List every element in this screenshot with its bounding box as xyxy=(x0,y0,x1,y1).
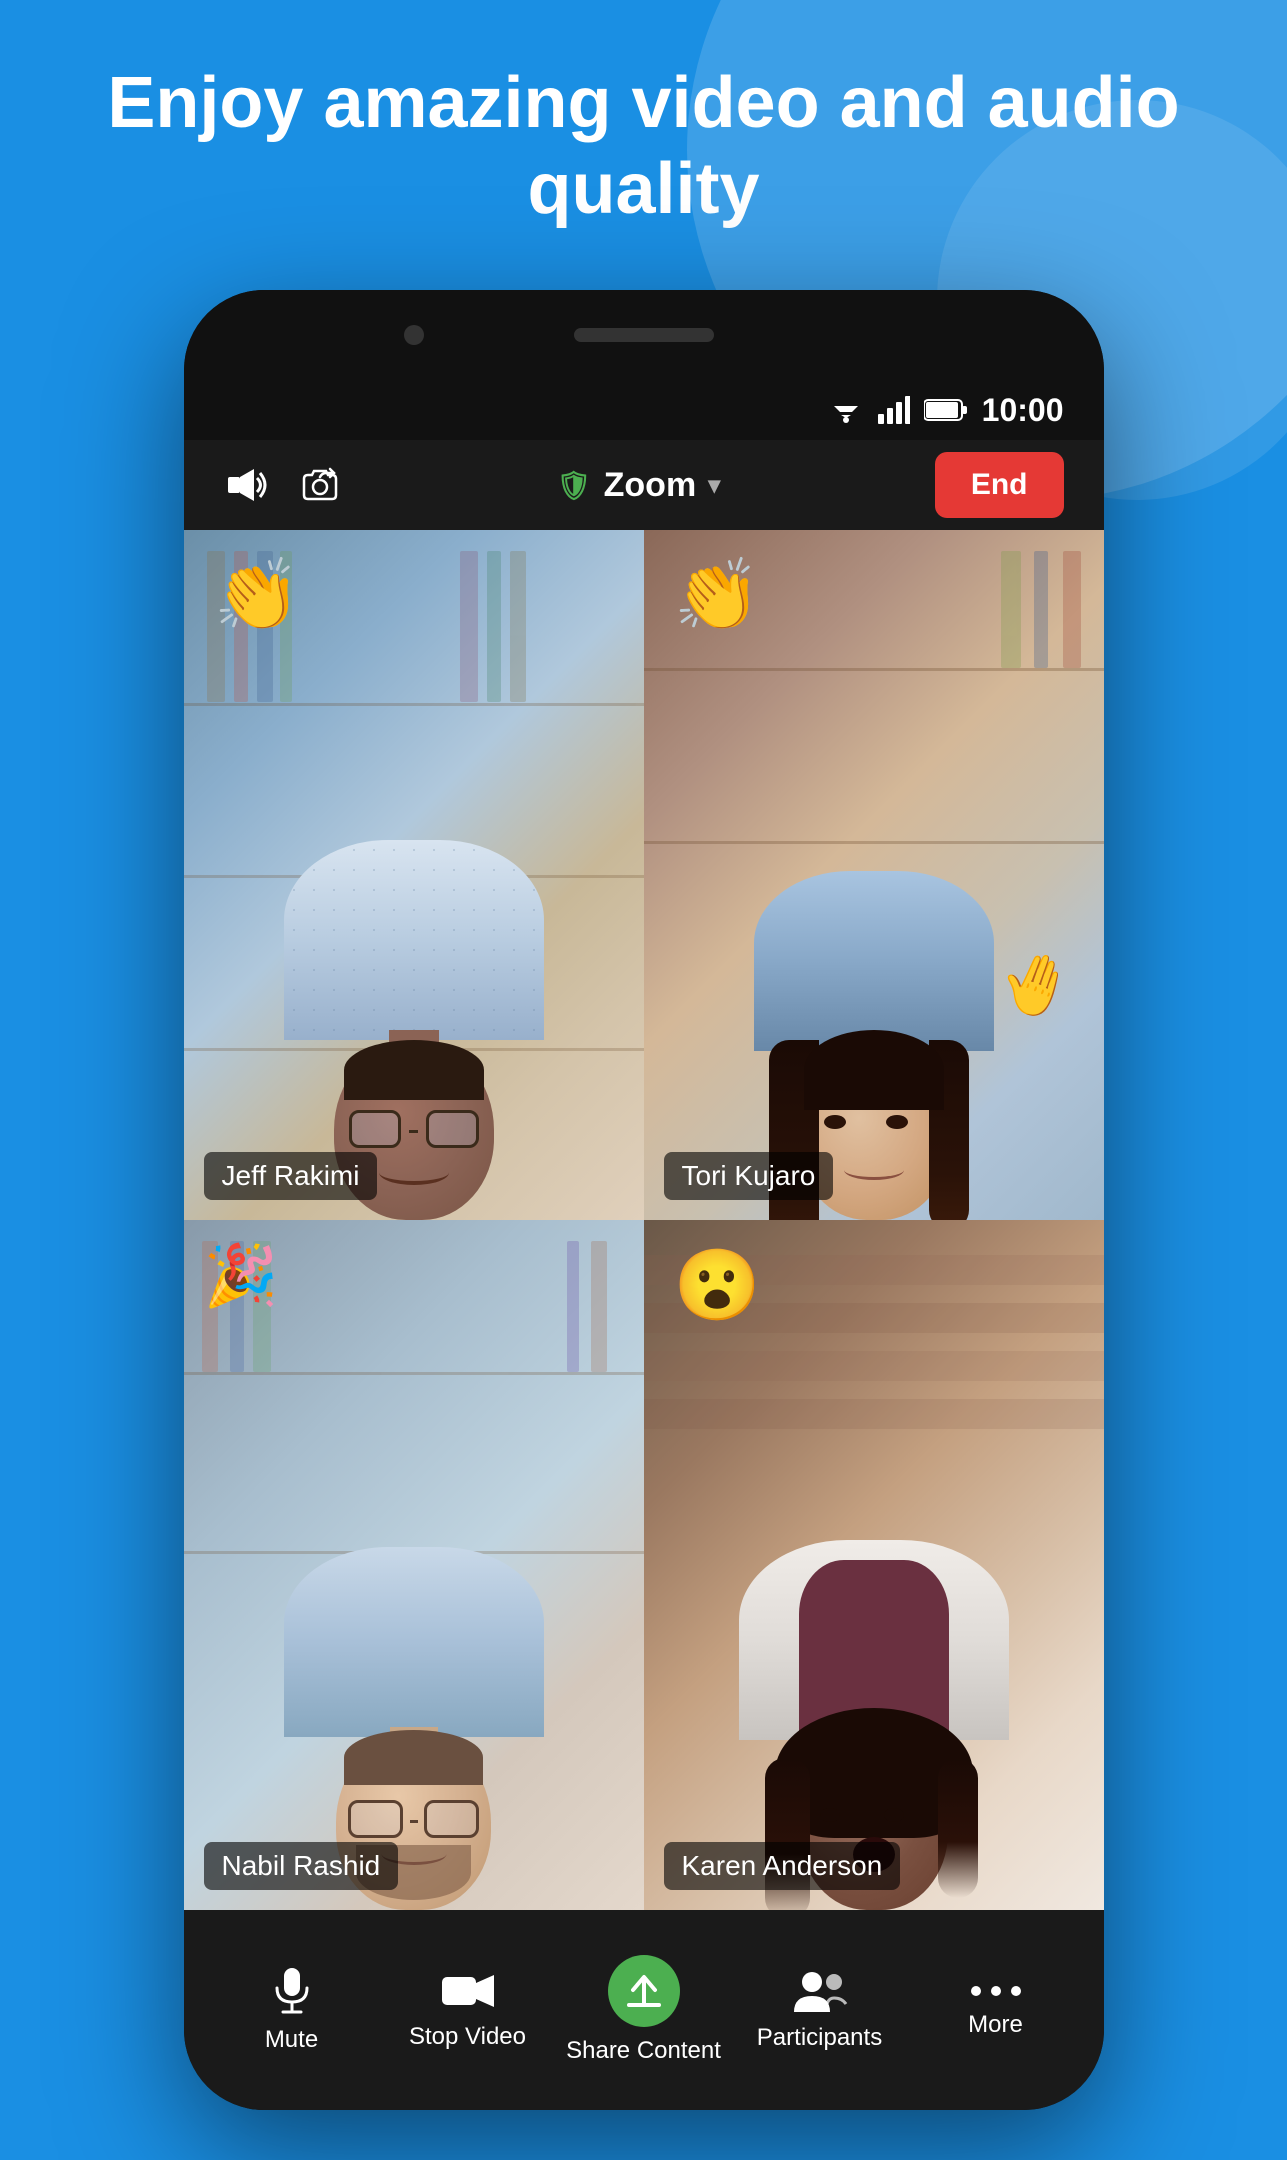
nav-item-more[interactable]: More xyxy=(908,1981,1084,2040)
phone-mockup: 10:00 🛡 Zoom ▾ End xyxy=(184,290,1104,2110)
shield-icon: 🛡 xyxy=(556,469,592,502)
karen-emoji: 😮 xyxy=(674,1250,761,1320)
stop-video-icon xyxy=(440,1969,496,2013)
phone-speaker xyxy=(574,328,714,342)
phone-top-bar xyxy=(184,290,1104,380)
nabil-party-emoji: 🎉 xyxy=(204,1240,279,1311)
tori-name-label: Tori Kujaro xyxy=(664,1152,834,1200)
jeff-name-label: Jeff Rakimi xyxy=(204,1152,378,1200)
chevron-down-icon: ▾ xyxy=(708,471,720,500)
video-cell-jeff: 👏 Jeff Rakimi xyxy=(184,530,644,1220)
nav-item-stop-video[interactable]: Stop Video xyxy=(380,1969,556,2052)
speaker-icon[interactable] xyxy=(224,463,268,507)
participants-label: Participants xyxy=(757,2024,882,2053)
status-bar: 10:00 xyxy=(184,380,1104,440)
camera-flip-icon[interactable] xyxy=(298,463,342,507)
mute-icon xyxy=(269,1966,315,2016)
nav-item-mute[interactable]: Mute xyxy=(204,1966,380,2055)
zoom-toolbar: 🛡 Zoom ▾ End xyxy=(184,440,1104,530)
zoom-brand-label[interactable]: 🛡 Zoom ▾ xyxy=(372,466,905,505)
participants-icon xyxy=(792,1968,848,2014)
video-grid: 👏 Jeff Rakimi xyxy=(184,530,1104,1910)
hero-title: Enjoy amazing video and audio quality xyxy=(0,60,1287,233)
more-icon xyxy=(970,1981,1022,2001)
nav-item-participants[interactable]: Participants xyxy=(732,1968,908,2053)
bottom-nav: Mute Stop Video Share Content xyxy=(184,1910,1104,2110)
video-cell-tori: 🤚 👏 Tori Kujaro xyxy=(644,530,1104,1220)
video-cell-nabil: 🎉 Nabil Rashid xyxy=(184,1220,644,1910)
phone-camera xyxy=(404,325,424,345)
video-cell-karen: 😮 Karen Anderson xyxy=(644,1220,1104,1910)
status-time: 10:00 xyxy=(982,392,1064,429)
status-icons: 10:00 xyxy=(828,392,1064,429)
signal-icon xyxy=(878,396,910,424)
end-button[interactable]: End xyxy=(935,452,1064,518)
share-content-icon-bg xyxy=(608,1955,680,2027)
share-content-icon xyxy=(625,1971,663,2011)
mute-label: Mute xyxy=(265,2026,318,2055)
nabil-name-label: Nabil Rashid xyxy=(204,1842,399,1890)
more-label: More xyxy=(968,2011,1023,2040)
tori-emoji: 👏 xyxy=(674,560,761,630)
stop-video-label: Stop Video xyxy=(409,2023,526,2052)
nav-item-share-content[interactable]: Share Content xyxy=(556,1955,732,2066)
battery-icon xyxy=(924,398,968,422)
zoom-label: Zoom xyxy=(604,466,697,505)
share-content-label: Share Content xyxy=(566,2037,721,2066)
karen-name-label: Karen Anderson xyxy=(664,1842,901,1890)
wifi-icon xyxy=(828,396,864,424)
jeff-emoji: 👏 xyxy=(214,560,301,630)
